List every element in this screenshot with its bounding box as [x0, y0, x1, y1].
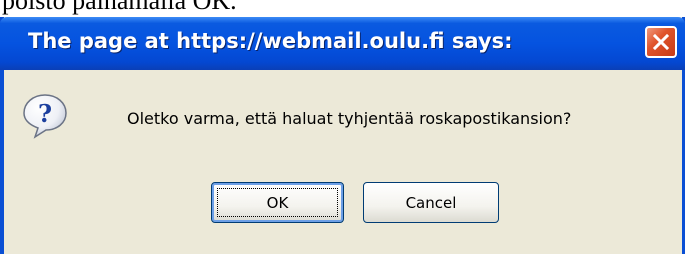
- cancel-button[interactable]: Cancel: [363, 182, 499, 223]
- dialog-title: The page at https://webmail.oulu.fi says…: [28, 29, 513, 53]
- cancel-button-label: Cancel: [405, 193, 457, 212]
- question-icon: ?: [23, 94, 67, 139]
- close-button[interactable]: [645, 26, 677, 58]
- svg-text:?: ?: [38, 99, 52, 128]
- ok-button[interactable]: OK: [211, 182, 344, 223]
- close-icon: [652, 33, 670, 51]
- focus-ring: [217, 188, 338, 217]
- dialog-message: Oletko varma, että haluat tyhjentää rosk…: [127, 109, 572, 128]
- background-page-text: poisto painamalla OK.: [2, 0, 237, 15]
- dialog-titlebar[interactable]: The page at https://webmail.oulu.fi says…: [0, 17, 685, 70]
- confirm-dialog: The page at https://webmail.oulu.fi says…: [0, 17, 685, 254]
